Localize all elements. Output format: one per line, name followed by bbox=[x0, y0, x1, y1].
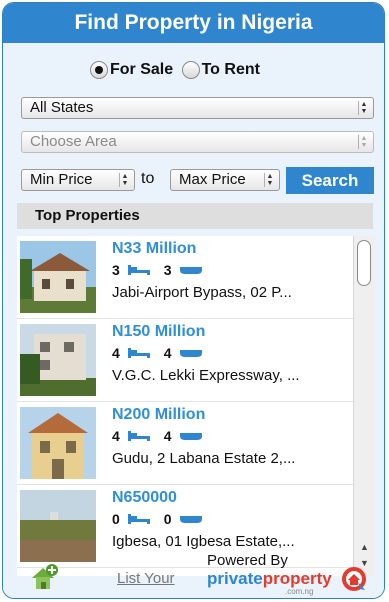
list-scrollbar[interactable]: ▲ ▼ bbox=[353, 236, 375, 576]
property-features: 4 4 bbox=[112, 428, 216, 444]
bed-count: 0 bbox=[112, 511, 120, 527]
state-select-value: All States bbox=[30, 99, 94, 116]
brand-domain: .com.ng bbox=[285, 587, 314, 596]
bed-icon bbox=[127, 348, 150, 358]
for-sale-radio[interactable]: For Sale bbox=[90, 61, 173, 79]
property-features: 3 3 bbox=[112, 262, 216, 278]
to-rent-radio[interactable]: To Rent bbox=[181, 61, 260, 79]
bed-count: 4 bbox=[112, 428, 120, 444]
property-photo[interactable] bbox=[20, 407, 96, 479]
property-price[interactable]: N33 Million bbox=[112, 240, 196, 258]
property-price[interactable]: N150 Million bbox=[112, 323, 205, 341]
brand-logo-icon bbox=[342, 567, 366, 591]
price-to-label: to bbox=[141, 170, 155, 187]
state-select[interactable]: All States ▲ ▼ bbox=[21, 97, 374, 119]
property-photo[interactable] bbox=[20, 241, 96, 313]
select-arrows-icon: ▲ ▼ bbox=[358, 135, 369, 149]
bed-icon bbox=[127, 265, 150, 275]
radio-dot-selected[interactable] bbox=[90, 61, 108, 79]
bath-count: 0 bbox=[163, 511, 172, 527]
brand-name-right: property bbox=[262, 569, 332, 588]
min-price-select[interactable]: Min Price ▲ ▼ bbox=[21, 169, 135, 191]
select-arrows-icon: ▲ ▼ bbox=[358, 101, 369, 115]
property-price[interactable]: N650000 bbox=[112, 489, 177, 507]
area-select-value: Choose Area bbox=[30, 133, 117, 150]
property-features: 0 0 bbox=[112, 511, 216, 527]
bath-icon bbox=[179, 433, 202, 440]
widget-footer: List Your Powered By privateproperty .co… bbox=[3, 536, 384, 598]
property-widget: Find Property in Nigeria For Sale To Ren… bbox=[2, 2, 385, 599]
radio-dot[interactable] bbox=[181, 61, 200, 79]
bath-count: 4 bbox=[163, 345, 172, 361]
scrollbar-thumb[interactable] bbox=[357, 240, 371, 286]
for-sale-label: For Sale bbox=[110, 61, 174, 78]
bed-count: 3 bbox=[112, 262, 120, 278]
list-property-link[interactable]: List Your bbox=[117, 570, 175, 587]
top-properties-heading: Top Properties bbox=[17, 203, 373, 229]
max-price-select[interactable]: Max Price ▲ ▼ bbox=[170, 169, 280, 191]
property-item[interactable]: N150 Million 4 4 V.G.C. Lekki Expressway… bbox=[17, 319, 353, 402]
max-price-value: Max Price bbox=[179, 171, 246, 188]
property-address: Jabi-Airport Bypass, 02 P... bbox=[112, 284, 292, 301]
bath-icon bbox=[179, 350, 202, 357]
property-photo[interactable] bbox=[20, 324, 96, 396]
bath-icon bbox=[179, 516, 202, 523]
property-item[interactable]: N33 Million 3 3 Jabi-Airport Bypass, 02 … bbox=[17, 236, 353, 319]
brand-logo[interactable]: privateproperty bbox=[207, 569, 332, 589]
bed-icon bbox=[127, 431, 150, 441]
listing-type-radios: For Sale To Rent bbox=[90, 61, 264, 84]
search-button[interactable]: Search bbox=[286, 167, 374, 194]
min-price-value: Min Price bbox=[30, 171, 93, 188]
bath-count: 4 bbox=[163, 428, 172, 444]
property-item[interactable]: N200 Million 4 4 Gudu, 2 Labana Estate 2… bbox=[17, 402, 353, 485]
home-plus-icon[interactable] bbox=[29, 562, 59, 592]
widget-title: Find Property in Nigeria bbox=[3, 3, 384, 43]
widget-body: For Sale To Rent All States ▲ ▼ Choose Ar… bbox=[3, 43, 384, 598]
property-list: N33 Million 3 3 Jabi-Airport Bypass, 02 … bbox=[17, 236, 353, 576]
bath-icon bbox=[179, 267, 202, 274]
powered-by-label: Powered By bbox=[207, 552, 288, 569]
bed-count: 4 bbox=[112, 345, 120, 361]
bath-count: 3 bbox=[163, 262, 172, 278]
brand-name-left: private bbox=[207, 569, 263, 588]
to-rent-label: To Rent bbox=[201, 61, 260, 78]
property-features: 4 4 bbox=[112, 345, 216, 361]
property-address: V.G.C. Lekki Expressway, ... bbox=[112, 367, 300, 384]
select-arrows-icon: ▲ ▼ bbox=[119, 173, 130, 187]
property-price[interactable]: N200 Million bbox=[112, 406, 205, 424]
select-arrows-icon: ▲ ▼ bbox=[264, 173, 275, 187]
property-address: Gudu, 2 Labana Estate 2,... bbox=[112, 450, 296, 467]
bed-icon bbox=[127, 514, 150, 524]
area-select[interactable]: Choose Area ▲ ▼ bbox=[21, 131, 374, 153]
